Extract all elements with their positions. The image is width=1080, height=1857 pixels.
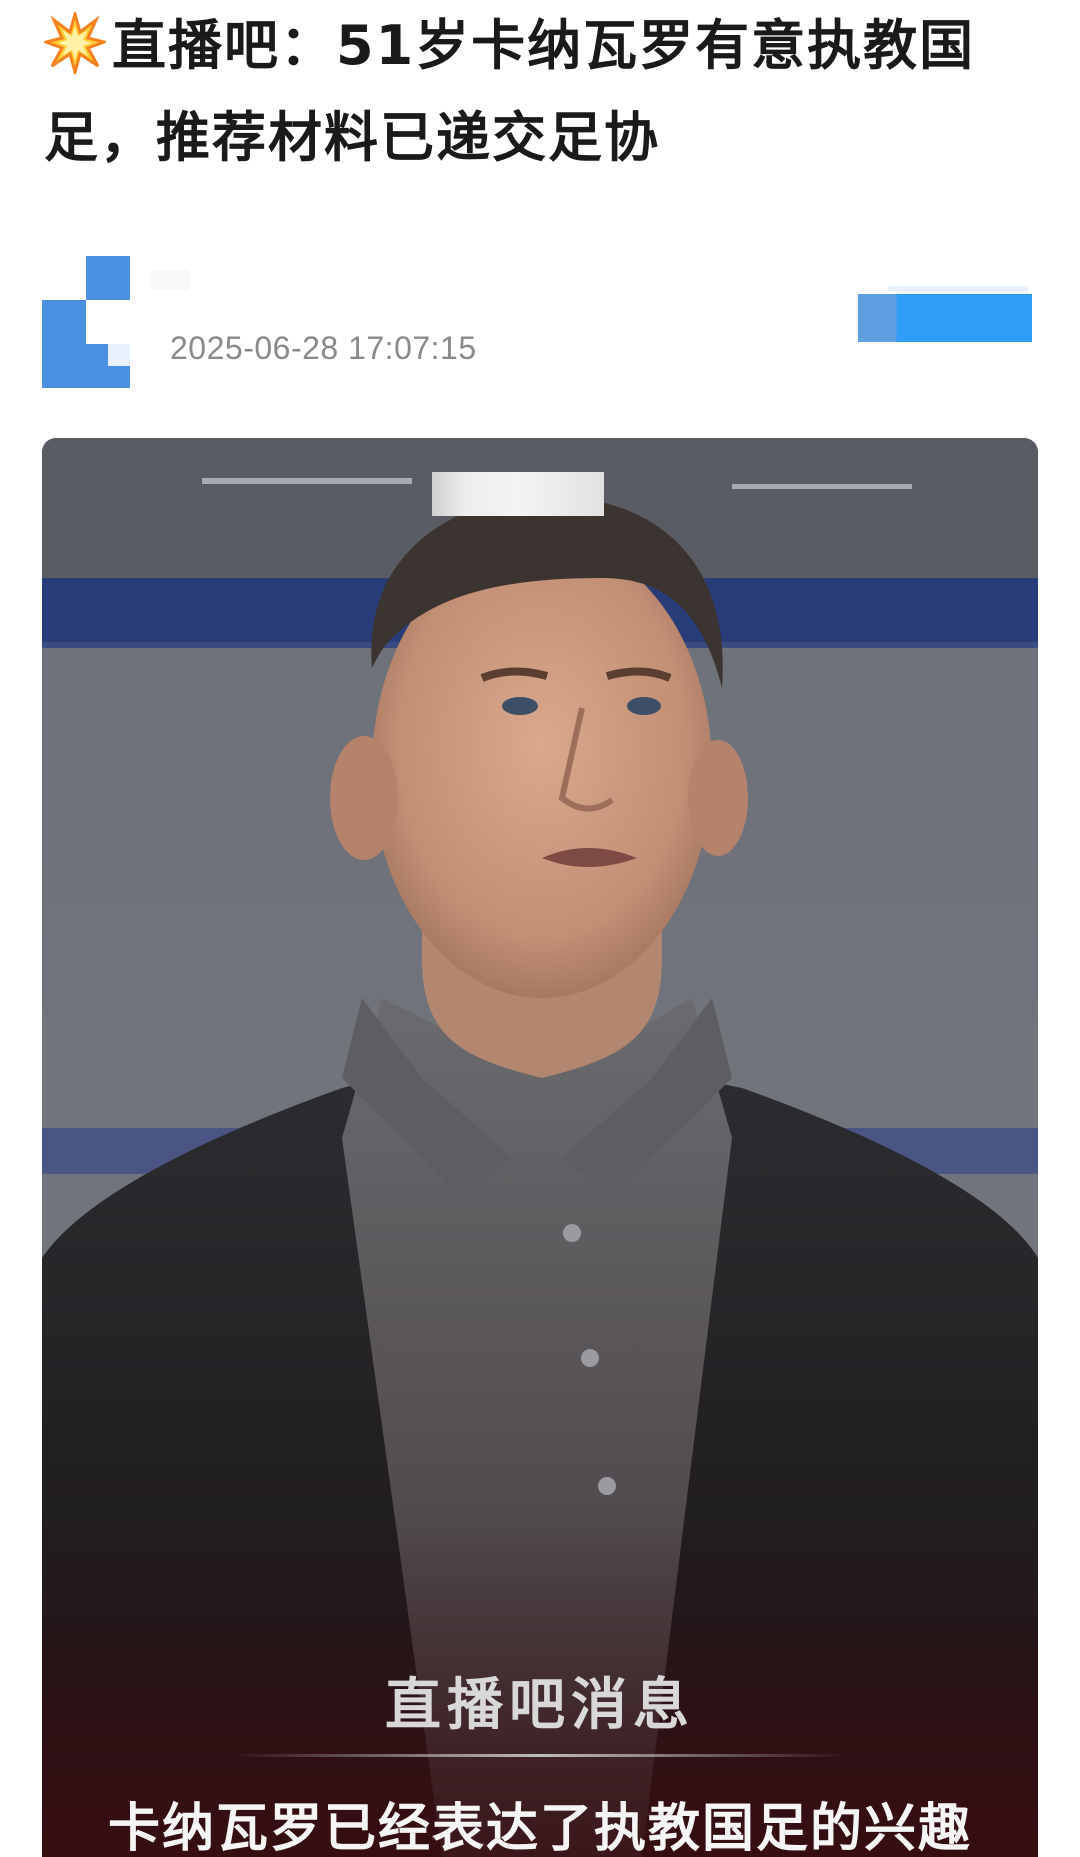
article-photo[interactable]: 直播吧消息 卡纳瓦罗已经表达了执教国足的兴趣 xyxy=(42,438,1038,1857)
author-name-blurred[interactable] xyxy=(150,270,190,290)
publish-time: 2025-06-28 17:07:15 xyxy=(170,330,477,366)
watermark-blurred xyxy=(432,472,604,516)
author-avatar[interactable] xyxy=(42,256,130,388)
follow-button[interactable] xyxy=(858,286,1032,342)
overlay-divider xyxy=(232,1754,848,1757)
headline-text: 直播吧：51岁卡纳瓦罗有意执教国足，推荐材料已递交足协 xyxy=(44,14,976,169)
collision-burst-icon xyxy=(40,8,110,78)
photo-overlay-title: 直播吧消息 xyxy=(385,1672,695,1738)
photo-overlay-caption: 卡纳瓦罗已经表达了执教国足的兴趣 xyxy=(107,1798,972,1857)
article-headline: 直播吧：51岁卡纳瓦罗有意执教国足，推荐材料已递交足协 xyxy=(40,0,1044,184)
